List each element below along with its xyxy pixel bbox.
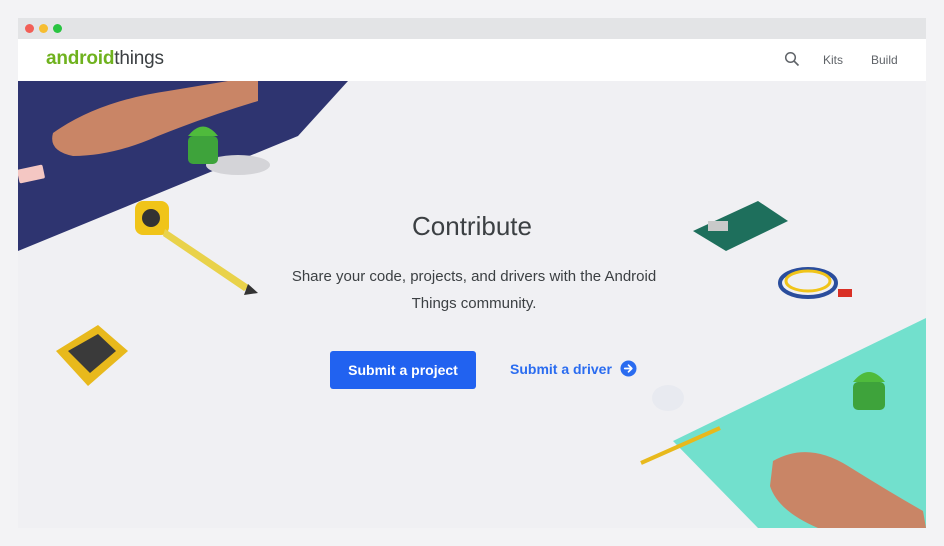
- minimize-window-button[interactable]: [39, 24, 48, 33]
- arrow-right-circle-icon: [620, 360, 637, 377]
- page-title: Contribute: [412, 211, 532, 241]
- submit-driver-label: Submit a driver: [510, 360, 612, 377]
- hero-section: Contribute Share your code, projects, an…: [18, 81, 926, 528]
- logo-text-android: android: [46, 48, 115, 69]
- submit-driver-link[interactable]: Submit a driver: [510, 360, 637, 377]
- search-icon[interactable]: [784, 51, 800, 67]
- logo-text-things: things: [114, 48, 164, 69]
- android-figure-bottom: [853, 372, 885, 410]
- bit-case-image: [56, 325, 128, 386]
- cable-coil-image: [778, 267, 852, 299]
- maximize-window-button[interactable]: [53, 24, 62, 33]
- nav-link-build[interactable]: Build: [871, 53, 898, 67]
- nav-link-kits[interactable]: Kits: [823, 53, 843, 67]
- window-titlebar: [18, 18, 926, 39]
- page-description: Share your code, projects, and drivers w…: [291, 268, 657, 312]
- crumpled-paper-image: [652, 385, 684, 411]
- android-things-logo[interactable]: androidthings: [46, 48, 164, 70]
- close-window-button[interactable]: [25, 24, 34, 33]
- submit-project-button[interactable]: Submit a project: [330, 351, 476, 389]
- top-navbar: androidthings Kits Build: [18, 39, 926, 81]
- browser-window: androidthings Kits Build Contribute Shar…: [18, 18, 926, 528]
